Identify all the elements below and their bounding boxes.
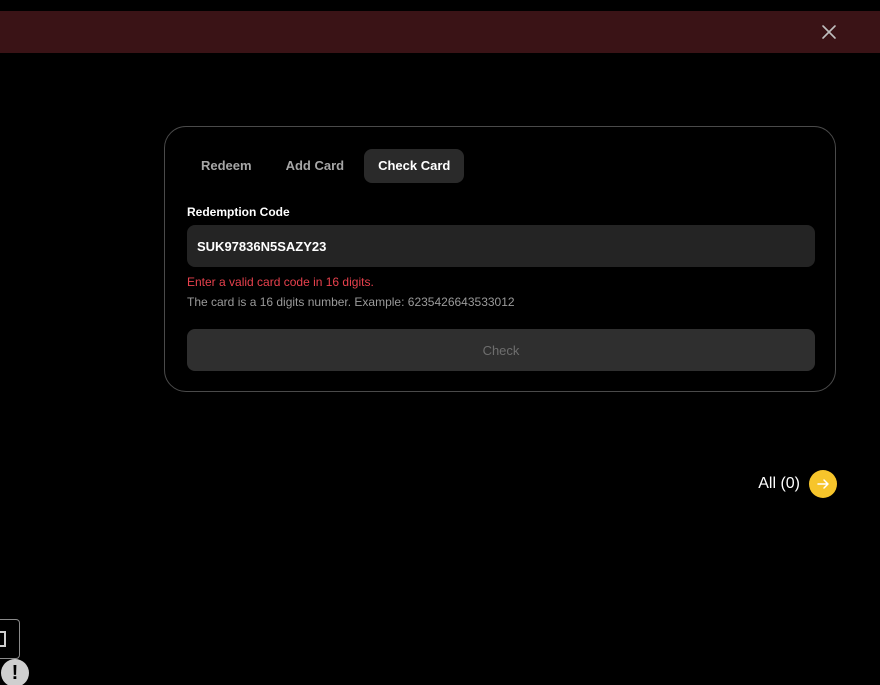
hint-message: The card is a 16 digits number. Example:… (187, 295, 515, 309)
check-button[interactable]: Check (187, 329, 815, 371)
tab-bar: Redeem Add Card Check Card (187, 149, 465, 183)
side-widget[interactable] (0, 619, 20, 659)
alert-icon[interactable]: ! (1, 659, 29, 685)
tab-add-card[interactable]: Add Card (272, 149, 359, 183)
all-label: All (0) (758, 475, 800, 492)
arrow-right-icon[interactable] (809, 470, 837, 498)
close-icon[interactable] (820, 23, 838, 41)
redemption-code-label: Redemption Code (187, 205, 290, 219)
card-panel: Redeem Add Card Check Card Redemption Co… (164, 126, 836, 392)
tab-redeem[interactable]: Redeem (187, 149, 266, 183)
page: Redeem Add Card Check Card Redemption Co… (0, 0, 880, 685)
tab-check-card[interactable]: Check Card (364, 149, 465, 183)
top-banner (0, 11, 880, 53)
all-link[interactable]: All (0) (758, 470, 837, 498)
tablet-icon (0, 631, 6, 647)
error-message: Enter a valid card code in 16 digits. (187, 275, 374, 289)
redemption-code-input[interactable] (187, 225, 815, 267)
